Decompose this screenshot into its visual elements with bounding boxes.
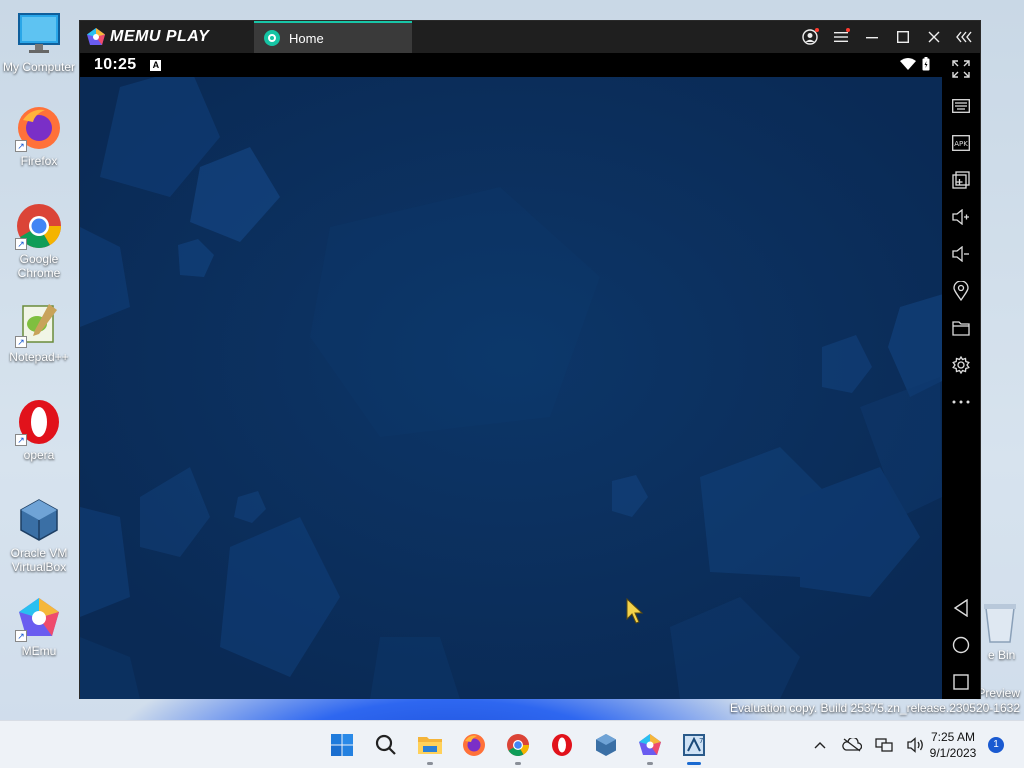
desktop-icon-memu[interactable]: ↗ MEmu — [0, 594, 78, 658]
memu-icon[interactable] — [628, 721, 672, 768]
android-screen[interactable]: 10:25 A — [80, 53, 942, 699]
taskbar-clock[interactable]: 7:25 AM 9/1/2023 — [920, 729, 986, 761]
close-icon[interactable] — [918, 21, 949, 53]
volume-up-icon[interactable] — [949, 205, 973, 229]
desktop-icon-opera[interactable]: ↗ opera — [0, 398, 78, 462]
memu-logo: MEMU PLAY — [80, 21, 254, 53]
memu-logo-icon — [87, 28, 105, 45]
running-indicator — [515, 762, 521, 765]
chrome-icon[interactable] — [496, 721, 540, 768]
memu-multi-icon[interactable]: 7 — [672, 721, 716, 768]
opera-icon[interactable] — [540, 721, 584, 768]
search-icon[interactable] — [364, 721, 408, 768]
more-icon[interactable] — [949, 390, 973, 414]
desktop-icon-label: Notepad++ — [9, 350, 69, 364]
home-icon[interactable] — [949, 633, 973, 657]
volume-down-icon[interactable] — [949, 242, 973, 266]
taskbar: 7 7:25 AM 9/1/2023 1 — [0, 720, 1024, 768]
folder-icon[interactable] — [949, 316, 973, 340]
memu-brand: MEMU PLAY — [110, 28, 210, 45]
watermark-line: Preview — [977, 686, 1020, 700]
notification-count-badge[interactable]: 1 — [988, 737, 1004, 753]
title-controls — [794, 21, 980, 53]
network-icon[interactable] — [872, 733, 896, 757]
back-icon[interactable] — [949, 596, 973, 620]
multi-instance-icon[interactable] — [949, 168, 973, 192]
status-icons — [900, 57, 930, 71]
desktop-icon-notepadpp[interactable]: ↗ Notepad++ — [0, 300, 78, 364]
desktop-icon-label: Oracle VM VirtualBox — [10, 546, 68, 574]
firefox-icon[interactable] — [452, 721, 496, 768]
memu-titlebar[interactable]: MEMU PLAY Home — [80, 21, 980, 53]
running-indicator — [687, 762, 701, 765]
chevron-up-icon[interactable] — [808, 733, 832, 757]
tab-home[interactable]: Home — [254, 21, 412, 53]
running-indicator — [427, 762, 433, 765]
desktop-icon-my-computer[interactable]: My Computer — [0, 10, 78, 74]
desktop-icon-label: My Computer — [2, 60, 76, 74]
account-icon[interactable] — [794, 21, 825, 53]
notification-dot — [846, 28, 850, 32]
desktop-icon-label: MEmu — [21, 644, 57, 658]
mouse-cursor-icon — [626, 598, 644, 624]
tab-label: Home — [289, 30, 324, 46]
shortcut-arrow-icon: ↗ — [15, 140, 27, 152]
collapse-icon[interactable] — [949, 21, 980, 53]
shortcut-arrow-icon: ↗ — [15, 238, 27, 250]
maximize-icon[interactable] — [887, 21, 918, 53]
location-icon[interactable] — [949, 279, 973, 303]
system-tray — [804, 721, 932, 768]
start-icon[interactable] — [320, 721, 364, 768]
file-explorer-icon[interactable] — [408, 721, 452, 768]
shortcut-arrow-icon: ↗ — [15, 336, 27, 348]
svg-text:APK: APK — [954, 140, 968, 148]
fullscreen-icon[interactable] — [949, 57, 973, 81]
notification-badge: A — [150, 59, 162, 71]
desktop-icon-chrome[interactable]: ↗ Google Chrome — [0, 202, 78, 280]
notification-dot — [815, 28, 819, 32]
svg-text:7: 7 — [699, 737, 703, 745]
keyboard-icon[interactable] — [949, 94, 973, 118]
clock-time: 7:25 AM — [930, 730, 976, 744]
memu-sidebar: APK — [942, 53, 980, 699]
monitor-icon — [15, 10, 63, 58]
virtualbox-icon[interactable] — [584, 721, 628, 768]
desktop-icon-firefox[interactable]: ↗ Firefox — [0, 104, 78, 168]
battery-icon — [922, 57, 930, 71]
firefox-icon: ↗ — [15, 104, 63, 152]
notepadpp-icon: ↗ — [15, 300, 63, 348]
android-clock: 10:25 — [94, 56, 137, 73]
memu-icon: ↗ — [15, 594, 63, 642]
chrome-icon: ↗ — [15, 202, 63, 250]
recents-icon[interactable] — [949, 670, 973, 694]
memu-window: MEMU PLAY Home 10:25 A APK — [79, 20, 981, 699]
onedrive-offline-icon[interactable] — [840, 733, 864, 757]
menu-icon[interactable] — [825, 21, 856, 53]
watermark-line: Evaluation copy. Build 25375.zn_release.… — [730, 701, 1020, 715]
desktop-icon-virtualbox[interactable]: Oracle VM VirtualBox — [0, 496, 78, 574]
shortcut-arrow-icon: ↗ — [15, 434, 27, 446]
virtualbox-icon — [15, 496, 63, 544]
desktop-icons: My Computer ↗ Firefox ↗ Google Chrome ↗ … — [0, 0, 80, 720]
desktop-icon-label: e Bin — [988, 648, 1016, 662]
opera-icon: ↗ — [15, 398, 63, 446]
desktop-icon-label: opera — [23, 448, 55, 462]
android-wallpaper — [80, 77, 942, 699]
desktop-icon-label: Firefox — [20, 154, 58, 168]
shortcut-arrow-icon: ↗ — [15, 630, 27, 642]
recycle-bin-icon — [984, 604, 1016, 643]
running-indicator — [647, 762, 653, 765]
wifi-icon — [900, 58, 916, 70]
clock-date: 9/1/2023 — [929, 746, 977, 760]
home-tab-icon — [264, 30, 280, 46]
settings-icon[interactable] — [949, 353, 973, 377]
taskbar-apps: 7 — [320, 721, 716, 768]
minimize-icon[interactable] — [856, 21, 887, 53]
desktop-icon-label: Google Chrome — [17, 252, 61, 280]
android-statusbar: 10:25 A — [80, 53, 942, 77]
apk-icon[interactable]: APK — [949, 131, 973, 155]
